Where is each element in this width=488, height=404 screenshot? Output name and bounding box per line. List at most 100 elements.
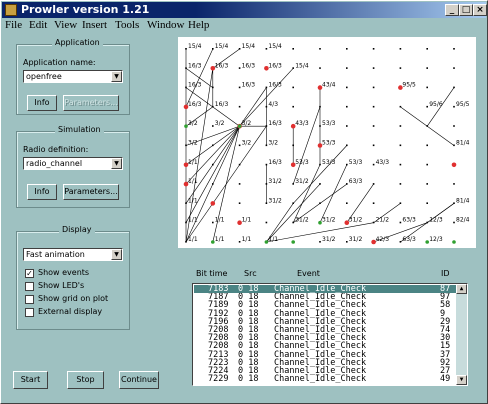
idle-node-marker xyxy=(237,124,242,128)
show-leds-checkbox[interactable] xyxy=(25,282,34,291)
node-label: 16/3 xyxy=(188,82,202,89)
node-label: 43/3 xyxy=(295,120,309,127)
event-id-cell: 29 xyxy=(440,316,451,327)
event-row[interactable]: 7208 0 18 Channel_Idle_Check 15 xyxy=(194,342,456,351)
title-bar[interactable]: Prowler version 1.21 _ □ × xyxy=(2,2,487,18)
event-row[interactable]: 7183 0 18 Channel_Idle_Check 87 xyxy=(194,285,456,293)
node-label: 1/1 xyxy=(215,236,225,243)
event-row[interactable]: 7208 0 18 Channel_Idle_Check 30 xyxy=(194,333,456,344)
event-src-cell: 0 18 xyxy=(238,316,259,327)
continue-button[interactable]: Continue xyxy=(119,371,159,389)
simulation-parameters-button[interactable]: Parameters... xyxy=(63,184,119,200)
close-button[interactable]: × xyxy=(473,4,487,16)
network-link xyxy=(292,106,321,185)
show-grid-checkbox[interactable] xyxy=(25,295,34,304)
grid-dot xyxy=(238,183,241,185)
node-label: 16/3 xyxy=(268,82,282,89)
grid-dot xyxy=(399,183,402,185)
scroll-down-icon[interactable]: ▼ xyxy=(456,375,467,385)
node-label: 43/3 xyxy=(376,159,390,166)
grid-dot xyxy=(399,125,402,127)
menu-view[interactable]: View xyxy=(54,19,77,31)
node-label: 53/3 xyxy=(322,140,336,147)
chevron-down-icon[interactable]: ▼ xyxy=(111,158,122,169)
grid-dot xyxy=(372,67,375,69)
node-label: 31/2 xyxy=(322,217,336,224)
event-src-cell: 0 18 xyxy=(238,300,259,311)
node-label: 15/4 xyxy=(268,43,282,50)
active-node-marker xyxy=(210,66,216,71)
application-info-button[interactable]: Info xyxy=(27,95,57,111)
active-node-marker xyxy=(264,66,269,71)
chevron-down-icon[interactable]: ▼ xyxy=(111,71,122,82)
active-node-marker xyxy=(183,162,189,168)
idle-node-marker xyxy=(425,240,429,244)
event-list[interactable]: 7229 0 18 Channel_Idle_Check 49 7224 0 18 Chan… xyxy=(192,283,468,386)
idle-node-marker xyxy=(184,124,188,128)
node-label: 81/4 xyxy=(456,197,470,204)
event-id-cell: 58 xyxy=(440,300,451,311)
event-src-cell: 0 18 xyxy=(238,357,259,368)
display-mode-value: Fast animation xyxy=(26,250,85,259)
application-select-value: openfree xyxy=(26,72,62,81)
node-label: 63/3 xyxy=(402,236,416,243)
event-row[interactable]: 7192 0 18 Channel_Idle_Check 9 xyxy=(194,309,456,318)
grid-dot xyxy=(292,48,294,50)
active-node-marker xyxy=(344,220,350,225)
node-label: 1/1 xyxy=(188,217,198,224)
node-label: 53/3 xyxy=(349,159,363,166)
grid-dot xyxy=(372,202,375,204)
external-display-checkbox[interactable] xyxy=(25,308,34,317)
menu-help[interactable]: Help xyxy=(188,19,209,31)
application-parameters-button[interactable]: Parameters... xyxy=(63,95,119,111)
chevron-down-icon[interactable]: ▼ xyxy=(111,249,122,260)
event-row[interactable]: 7189 0 18 Channel_Idle_Check 58 xyxy=(194,300,456,311)
network-plot[interactable]: 15/4 15/4 15/4 15/4 16/3 16/3 16/3 16/3 15/4 16/3… xyxy=(178,37,476,248)
node-label: 31/2 xyxy=(349,236,363,243)
event-row[interactable]: 7223 0 18 Channel_Idle_Check 92 xyxy=(194,357,456,368)
event-event-cell: Channel_Idle_Check xyxy=(274,333,367,344)
simulation-group: Simulation Radio definition: radio_chann… xyxy=(16,125,130,208)
node-label: 42/3 xyxy=(376,236,390,243)
event-row[interactable]: 7224 0 18 Channel_Idle_Check 27 xyxy=(194,367,456,376)
simulation-group-title: Simulation xyxy=(55,125,104,134)
grid-dot xyxy=(426,163,428,166)
display-group-title: Display xyxy=(59,225,95,234)
application-select[interactable]: openfree ▼ xyxy=(23,70,123,83)
node-label: 12/3 xyxy=(429,217,443,224)
show-events-checkbox[interactable]: ✓ xyxy=(25,269,34,278)
display-mode-select[interactable]: Fast animation ▼ xyxy=(23,248,123,261)
event-row[interactable]: 7187 0 18 Channel_Idle_Check 97 xyxy=(194,292,456,303)
radio-definition-select[interactable]: radio_channel ▼ xyxy=(23,157,123,170)
event-list-scrollbar[interactable]: ▲ ▼ xyxy=(456,284,467,385)
minimize-button[interactable]: _ xyxy=(445,4,459,16)
event-bit-cell: 7196 xyxy=(208,316,229,327)
node-label: 31/2 xyxy=(268,197,282,204)
menu-window[interactable]: Window xyxy=(147,19,184,31)
show-grid-label: Show grid on plot xyxy=(38,294,109,303)
event-row[interactable]: 7196 0 18 Channel_Idle_Check 29 xyxy=(194,316,456,327)
event-event-cell: Channel_Idle_Check xyxy=(274,292,367,303)
event-header: Event xyxy=(297,269,320,278)
event-row[interactable]: 7229 0 18 Channel_Idle_Check 49 xyxy=(194,374,456,385)
start-button[interactable]: Start xyxy=(13,371,48,389)
scroll-up-icon[interactable]: ▲ xyxy=(456,284,467,294)
active-node-marker xyxy=(451,162,457,168)
menu-tools[interactable]: Tools xyxy=(115,19,139,31)
simulation-info-button[interactable]: Info xyxy=(27,184,57,200)
grid-dot xyxy=(372,125,375,127)
event-row[interactable]: 7208 0 18 Channel_Idle_Check 74 xyxy=(194,326,456,335)
grid-dot xyxy=(453,48,455,50)
menu-edit[interactable]: Edit xyxy=(29,19,47,31)
event-bit-cell: 7183 xyxy=(208,284,229,294)
grid-dot xyxy=(372,105,375,108)
menu-file[interactable]: File xyxy=(5,19,22,31)
stop-button[interactable]: Stop xyxy=(67,371,104,389)
idle-node-marker xyxy=(452,240,456,244)
event-row[interactable]: 7213 0 18 Channel_Idle_Check 37 xyxy=(194,350,456,359)
event-src-cell: 0 18 xyxy=(238,374,259,385)
grid-dot xyxy=(319,48,321,50)
menu-insert[interactable]: Insert xyxy=(82,19,107,31)
maximize-button[interactable]: □ xyxy=(459,4,473,16)
radio-definition-label: Radio definition: xyxy=(23,145,89,154)
